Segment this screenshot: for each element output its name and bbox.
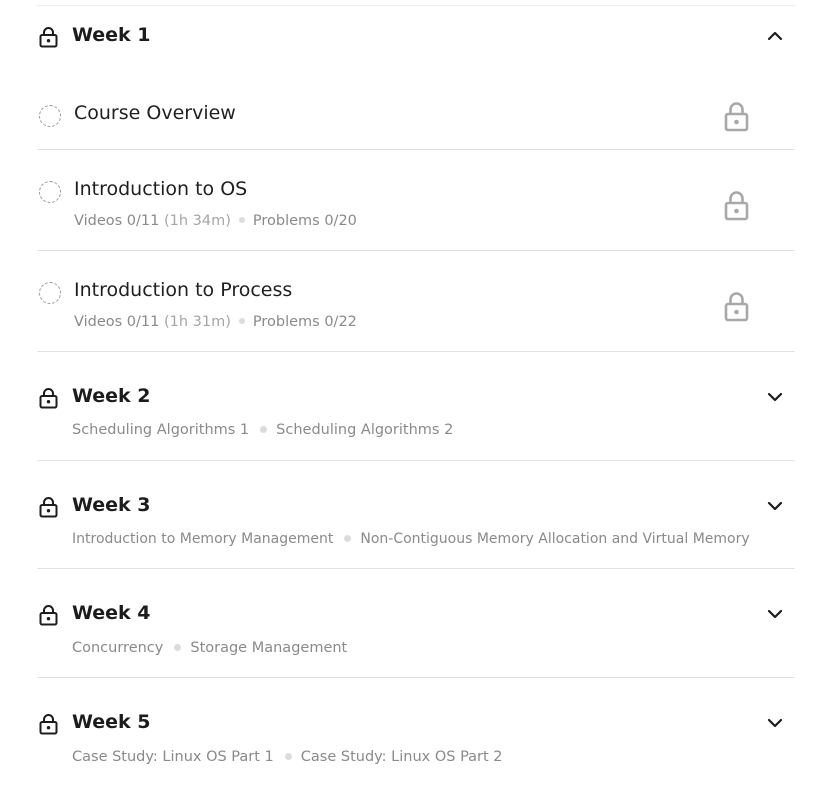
lock-icon: [39, 388, 58, 409]
videos-duration: (1h 31m): [163, 314, 231, 330]
progress-circle-icon: [39, 105, 61, 127]
separator-dot: [238, 318, 245, 324]
lock-icon: [39, 605, 58, 626]
chevron-down-icon[interactable]: [766, 714, 784, 732]
week-title: Week 5: [72, 711, 151, 733]
separator-dot: [344, 534, 352, 542]
lesson-title: Introduction to OS: [74, 178, 248, 200]
week-topics: Scheduling Algorithms 1 Scheduling Algori…: [72, 422, 453, 438]
divider: [37, 149, 795, 150]
separator-dot: [238, 217, 245, 223]
lock-icon[interactable]: [724, 291, 749, 322]
topic-item: Storage Management: [190, 640, 348, 656]
problems-count: Problems 0/22: [252, 314, 357, 330]
lock-icon: [39, 27, 58, 48]
chevron-down-icon[interactable]: [766, 497, 784, 515]
topic-item: Concurrency: [72, 640, 164, 656]
chevron-up-icon[interactable]: [766, 27, 784, 45]
week-topics: Concurrency Storage Management: [72, 640, 347, 656]
lesson-meta: Videos 0/11 (1h 31m) Problems 0/22: [74, 314, 357, 330]
lesson-meta: Videos 0/11 (1h 34m) Problems 0/20: [74, 213, 357, 229]
videos-count: Videos 0/11: [74, 314, 160, 330]
lesson-title: Course Overview: [74, 102, 236, 124]
week-1-header[interactable]: Week 1: [37, 21, 795, 51]
top-divider: [37, 5, 795, 6]
week-2-header[interactable]: Week 2: [37, 382, 795, 412]
separator-dot: [284, 752, 292, 760]
week-4-header[interactable]: Week 4: [37, 599, 795, 629]
problems-count: Problems 0/20: [252, 213, 357, 229]
week-title: Week 4: [72, 602, 151, 624]
topic-item: Case Study: Linux OS Part 1: [72, 749, 274, 765]
separator-dot: [260, 425, 268, 433]
topic-item: Introduction to Memory Management: [72, 531, 334, 547]
lesson-title: Introduction to Process: [74, 279, 293, 301]
divider: [37, 568, 795, 569]
week-topics: Introduction to Memory Management Non-Con…: [72, 531, 750, 547]
week-title: Week 2: [72, 385, 151, 407]
topic-item: Non-Contiguous Memory Allocation and Vir…: [360, 531, 750, 547]
divider: [37, 250, 795, 251]
divider: [37, 460, 795, 461]
lock-icon: [39, 714, 58, 735]
week-title: Week 3: [72, 494, 151, 516]
divider: [37, 351, 795, 352]
chevron-down-icon[interactable]: [766, 605, 784, 623]
week-3-header[interactable]: Week 3: [37, 491, 795, 521]
lock-icon: [39, 497, 58, 518]
topic-item: Scheduling Algorithms 2: [276, 422, 454, 438]
lock-icon[interactable]: [724, 190, 749, 221]
lock-icon[interactable]: [724, 101, 749, 132]
progress-circle-icon: [39, 181, 61, 203]
week-title: Week 1: [72, 24, 151, 46]
videos-duration: (1h 34m): [163, 213, 231, 229]
topic-item: Case Study: Linux OS Part 2: [300, 749, 503, 765]
topic-item: Scheduling Algorithms 1: [72, 422, 250, 438]
week-5-header[interactable]: Week 5: [37, 708, 795, 738]
divider: [37, 677, 795, 678]
videos-count: Videos 0/11: [74, 213, 160, 229]
separator-dot: [174, 643, 182, 651]
week-topics: Case Study: Linux OS Part 1 Case Study: L…: [72, 749, 503, 765]
progress-circle-icon: [39, 282, 61, 304]
chevron-down-icon[interactable]: [766, 388, 784, 406]
